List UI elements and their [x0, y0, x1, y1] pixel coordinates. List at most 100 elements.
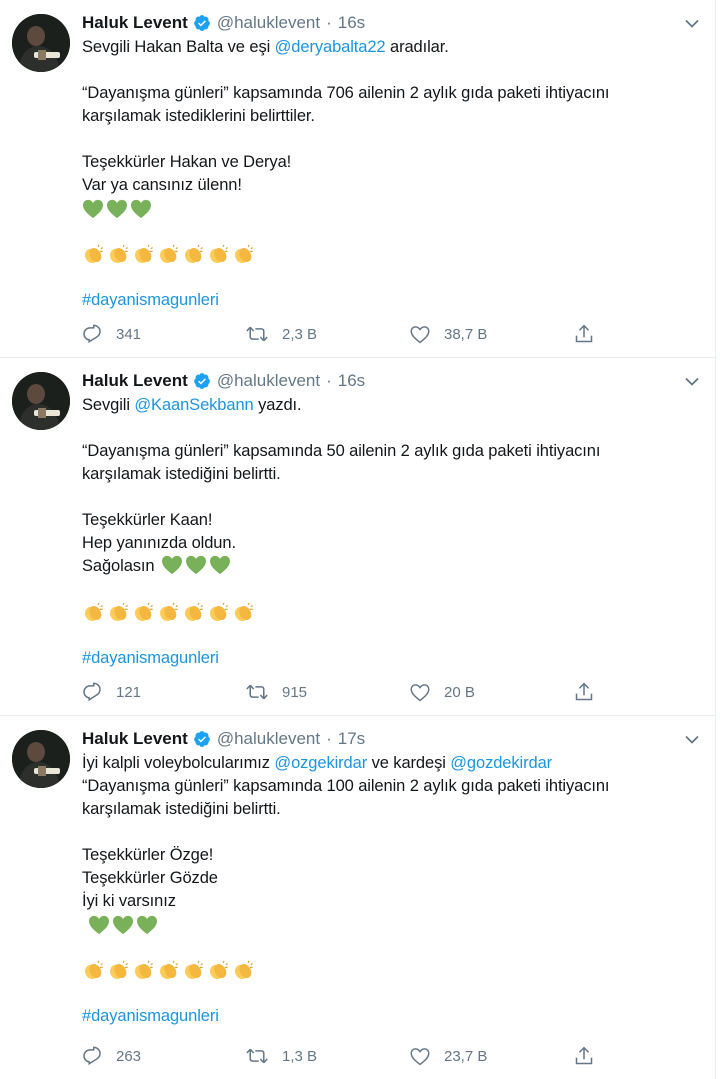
- text-line: “Dayanışma günleri” kapsamında 706 ailen…: [82, 84, 610, 102]
- green-heart-icon: [113, 915, 133, 934]
- mention-link[interactable]: @ozgekirdar: [274, 754, 367, 772]
- timestamp[interactable]: 17s: [338, 729, 365, 749]
- tweet-actions: 121 915 20 B: [82, 679, 602, 705]
- like-button[interactable]: 23,7 B: [410, 1043, 487, 1069]
- chevron-down-icon[interactable]: [681, 12, 703, 34]
- avatar[interactable]: [12, 14, 70, 72]
- green-hearts-emoji-row: [82, 197, 695, 220]
- like-icon: [410, 683, 430, 701]
- hashtag-link[interactable]: #dayanismagunleri: [82, 647, 695, 670]
- text-line: “Dayanışma günleri” kapsamında 100 ailen…: [82, 777, 610, 795]
- retweet-count: 1,3 B: [282, 1047, 318, 1065]
- display-name[interactable]: Haluk Levent: [82, 13, 188, 33]
- green-heart-icon: [107, 199, 127, 218]
- text-line: İyi ki varsınız: [82, 892, 176, 910]
- text-line: Teşekkürler Gözde: [82, 869, 218, 887]
- like-button[interactable]: 38,7 B: [410, 321, 487, 347]
- clapping-hands-emoji-row: [82, 601, 695, 624]
- like-count: 38,7 B: [444, 325, 488, 343]
- tweet-text: Sevgili Hakan Balta ve eşi @deryabalta22…: [82, 36, 695, 312]
- text-line: Var ya cansınız ülenn!: [82, 176, 242, 194]
- text-line: Hep yanınızda oldun.: [82, 534, 236, 552]
- like-count: 23,7 B: [444, 1047, 488, 1065]
- tweet-text: İyi kalpli voleybolcularımız @ozgekirdar…: [82, 752, 695, 1028]
- clapping-hands-icon: [210, 244, 228, 263]
- reply-button[interactable]: 121: [82, 679, 141, 705]
- hashtag-link[interactable]: #dayanismagunleri: [82, 289, 695, 312]
- reply-icon: [83, 1046, 101, 1066]
- reply-count: 121: [116, 683, 142, 701]
- handle[interactable]: @haluklevent: [217, 13, 320, 33]
- tweet-actions: 341 2,3 B 38,7 B: [82, 321, 602, 347]
- timestamp[interactable]: 16s: [338, 371, 365, 391]
- text-line: Sevgili @KaanSekbann yazdı.: [82, 396, 302, 414]
- chevron-down-icon[interactable]: [681, 728, 703, 750]
- green-heart-icon: [185, 555, 206, 575]
- tweet[interactable]: Haluk Levent @haluklevent · 16s Sevgili …: [0, 0, 715, 358]
- reply-button[interactable]: 341: [82, 321, 141, 347]
- tweet-text: Sevgili @KaanSekbann yazdı. “Dayanışma g…: [82, 394, 695, 670]
- clapping-hands-icon: [135, 602, 153, 621]
- clapping-hands-icon: [110, 960, 128, 979]
- share-button[interactable]: [574, 1043, 594, 1069]
- clapping-hands-icon: [185, 960, 203, 979]
- retweet-button[interactable]: 1,3 B: [246, 1043, 317, 1069]
- tweet[interactable]: Haluk Levent @haluklevent · 16s Sevgili …: [0, 358, 715, 716]
- retweet-count: 915: [282, 683, 308, 701]
- share-icon: [575, 682, 593, 701]
- reply-count: 341: [116, 325, 142, 343]
- avatar[interactable]: [12, 730, 70, 788]
- handle[interactable]: @haluklevent: [217, 729, 320, 749]
- clapping-hands-icon: [160, 960, 178, 979]
- reply-count: 263: [116, 1047, 142, 1065]
- text-line: “Dayanışma günleri” kapsamında 50 aileni…: [82, 442, 601, 460]
- separator: ·: [326, 729, 332, 748]
- avatar[interactable]: [12, 372, 70, 430]
- tweet-actions: 263 1,3 B 23,7 B: [82, 1043, 602, 1069]
- tweet-header: Haluk Levent @haluklevent · 16s: [82, 10, 699, 36]
- clapping-hands-icon: [110, 244, 128, 263]
- text-line: karşılamak istediğini belirtti.: [82, 800, 281, 818]
- clapping-hands-icon: [110, 602, 128, 621]
- clapping-hands-icon: [210, 602, 228, 621]
- timestamp[interactable]: 16s: [338, 13, 365, 33]
- green-heart-icon: [161, 555, 182, 575]
- clapping-hands-emoji-row: [82, 243, 695, 266]
- verified-badge-icon: [193, 14, 211, 32]
- clapping-hands-emoji-row: [82, 959, 695, 982]
- share-button[interactable]: [574, 679, 594, 705]
- clapping-hands-icon: [160, 602, 178, 621]
- text-line: Sağolasın: [82, 555, 695, 578]
- display-name[interactable]: Haluk Levent: [82, 371, 188, 391]
- clapping-hands-icon: [185, 602, 203, 621]
- like-icon: [410, 1047, 430, 1065]
- share-button[interactable]: [574, 321, 594, 347]
- reply-button[interactable]: 263: [82, 1043, 141, 1069]
- mention-link[interactable]: @deryabalta22: [275, 38, 386, 56]
- mention-link[interactable]: @KaanSekbann: [134, 396, 253, 414]
- retweet-button[interactable]: 915: [246, 679, 307, 705]
- mention-link[interactable]: @gozdekirdar: [450, 754, 552, 772]
- reply-icon: [83, 324, 101, 344]
- display-name[interactable]: Haluk Levent: [82, 729, 188, 749]
- handle[interactable]: @haluklevent: [217, 371, 320, 391]
- chevron-down-icon[interactable]: [681, 370, 703, 392]
- text-line: Teşekkürler Hakan ve Derya!: [82, 153, 292, 171]
- verified-badge-icon: [193, 372, 211, 390]
- clapping-hands-icon: [85, 602, 103, 621]
- clapping-hands-icon: [210, 960, 228, 979]
- tweet[interactable]: Haluk Levent @haluklevent · 17s İyi kalp…: [0, 716, 715, 1079]
- retweet-button[interactable]: 2,3 B: [246, 321, 317, 347]
- like-button[interactable]: 20 B: [410, 679, 475, 705]
- clapping-hands-icon: [160, 244, 178, 263]
- green-heart-icon: [209, 555, 230, 575]
- hashtag-link[interactable]: #dayanismagunleri: [82, 1005, 695, 1028]
- clapping-hands-icon: [135, 244, 153, 263]
- clapping-hands-icon: [85, 244, 103, 263]
- reply-icon: [83, 682, 101, 702]
- clapping-hands-icon: [135, 960, 153, 979]
- clapping-hands-icon: [235, 960, 253, 979]
- green-heart-icon: [137, 915, 157, 934]
- text-line: karşılamak istediklerini belirttiler.: [82, 107, 315, 125]
- text-line: Teşekkürler Özge!: [82, 846, 214, 864]
